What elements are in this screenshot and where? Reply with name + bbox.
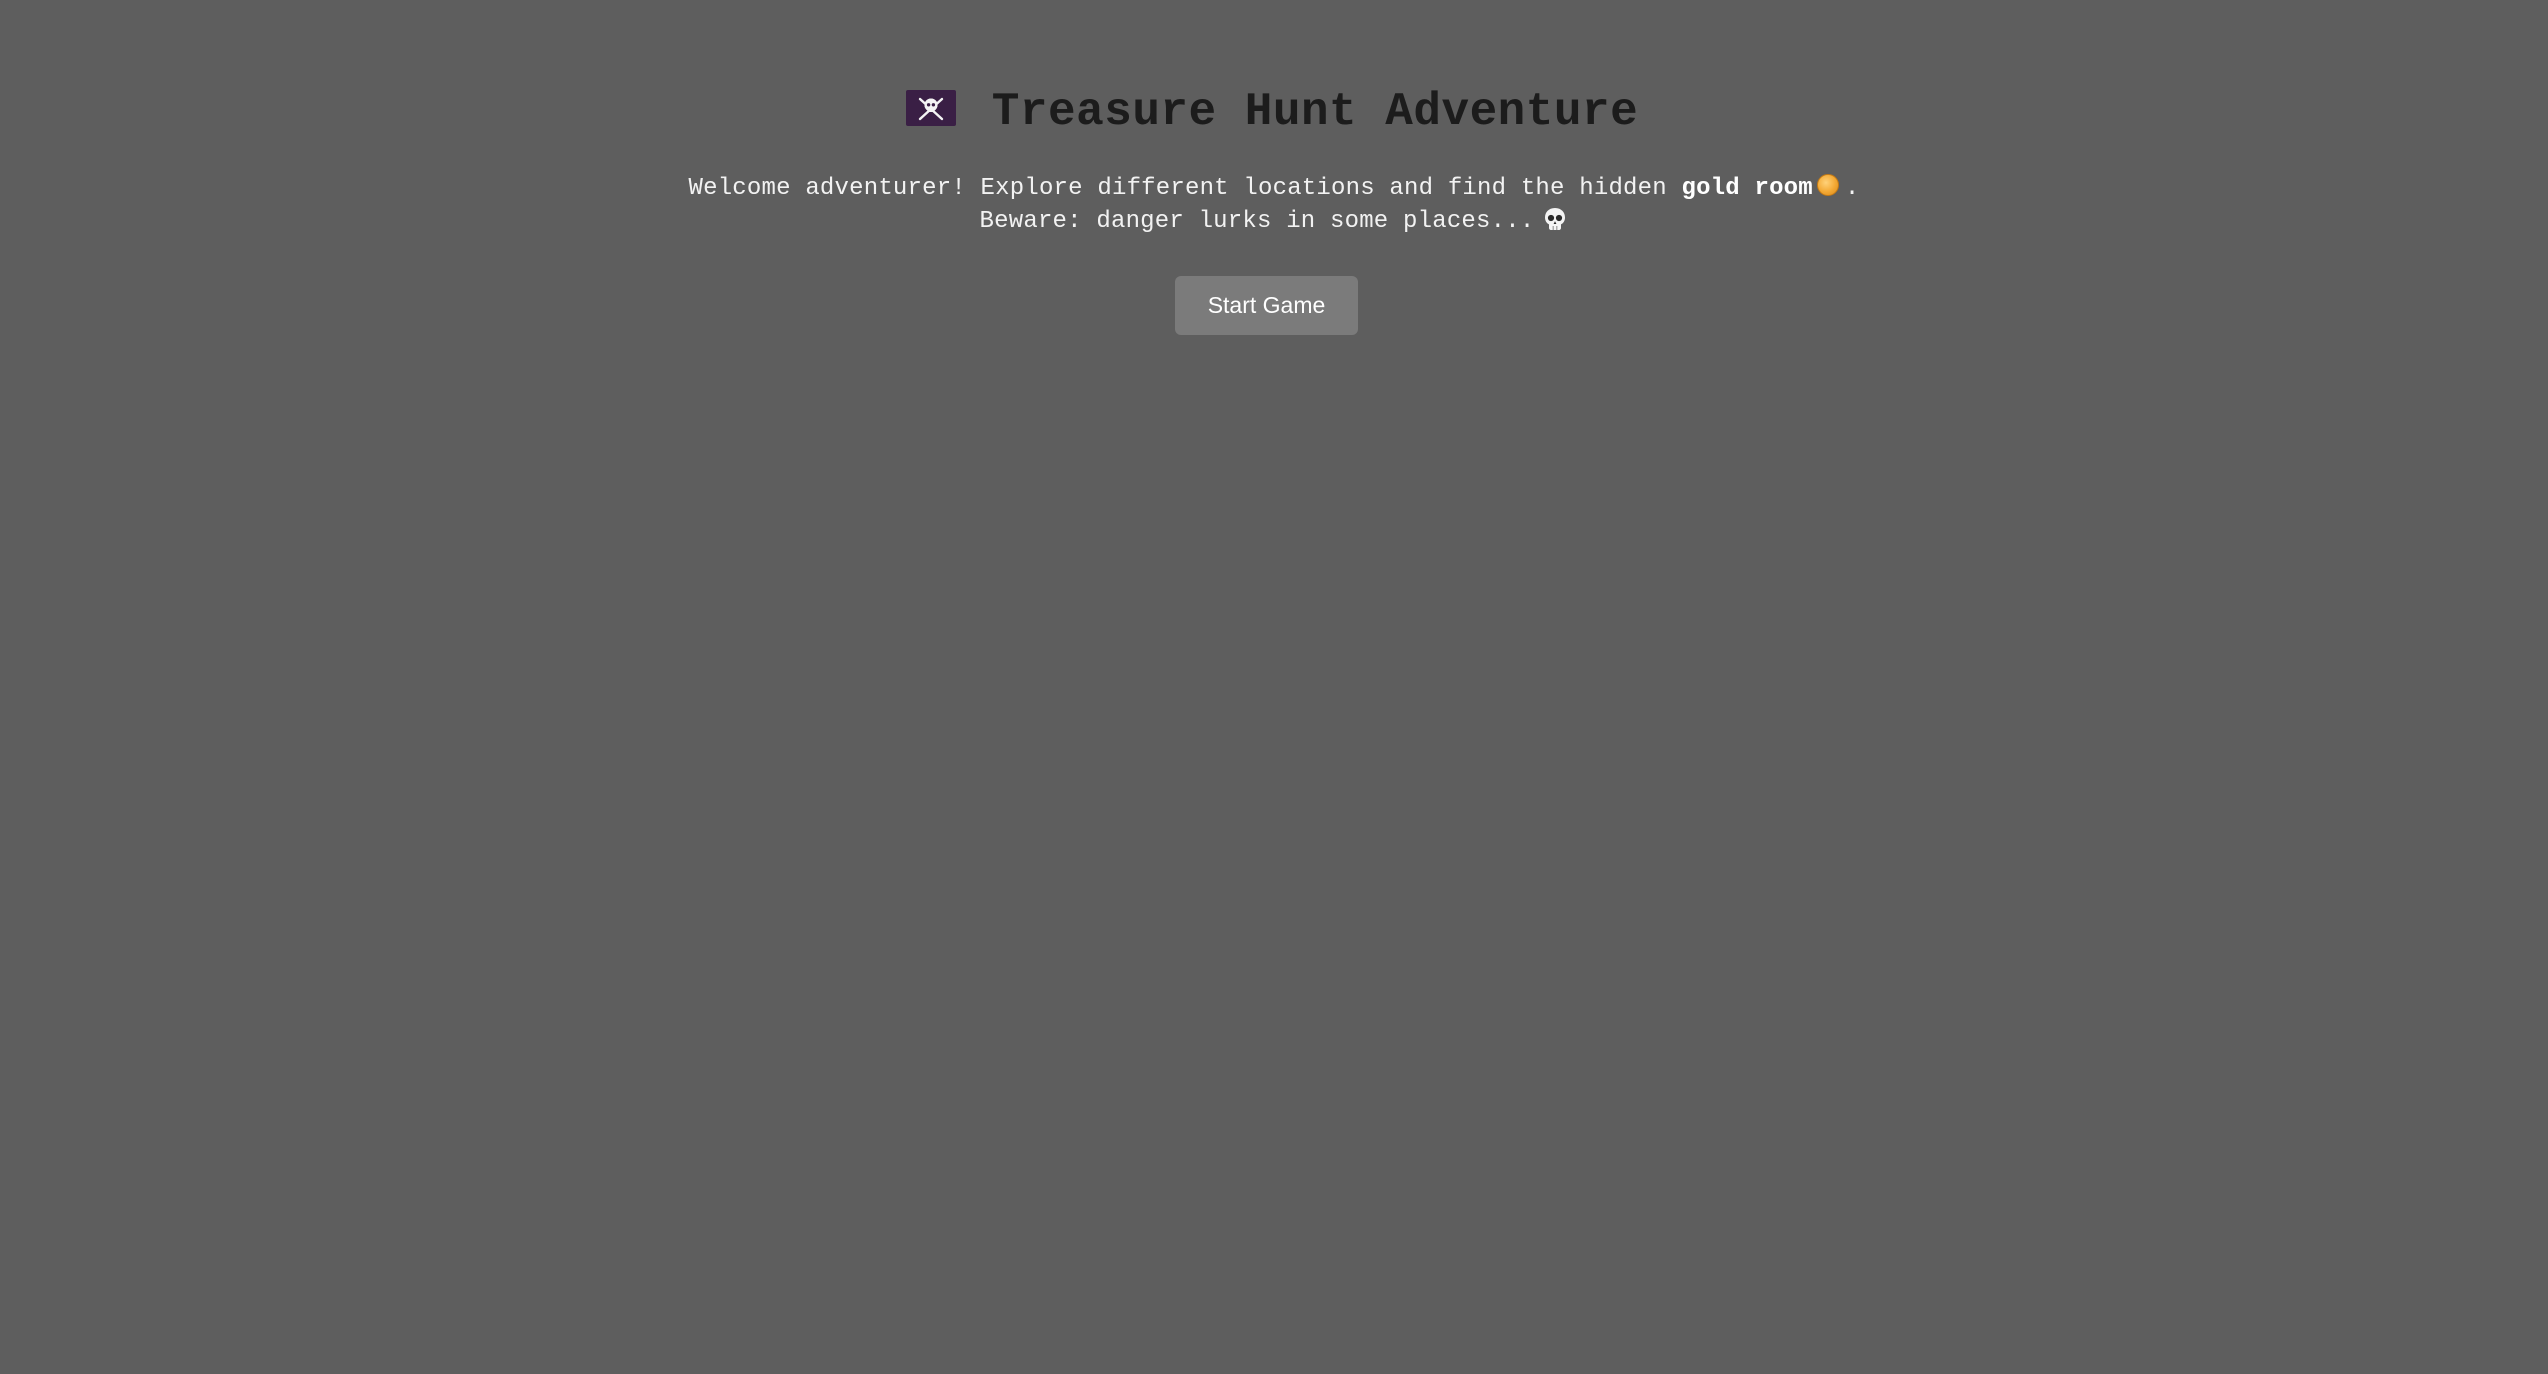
intro-line-1: Welcome adventurer! Explore different lo… [0,172,2548,205]
gold-room-emphasis: gold room [1681,175,1813,202]
game-page: Treasure Hunt Adventure Welcome adventur… [0,0,2548,1374]
intro-line-2: Beware: danger lurks in some places... [0,205,2548,243]
intro-text: Welcome adventurer! Explore different lo… [0,172,2548,243]
page-title: Treasure Hunt Adventure [991,86,1639,138]
pirate-flag-icon [905,90,956,126]
intro-line-1-text: Welcome adventurer! Explore different lo… [688,175,1682,202]
intro-line-2-text: Beware: danger lurks in some places... [979,208,1535,235]
title-row: Treasure Hunt Adventure [0,82,2548,142]
skull-icon [1542,206,1568,243]
intro-line-1-end: . [1844,175,1860,202]
gold-coin-icon [1816,174,1839,196]
start-game-button[interactable]: Start Game [1175,276,1358,335]
